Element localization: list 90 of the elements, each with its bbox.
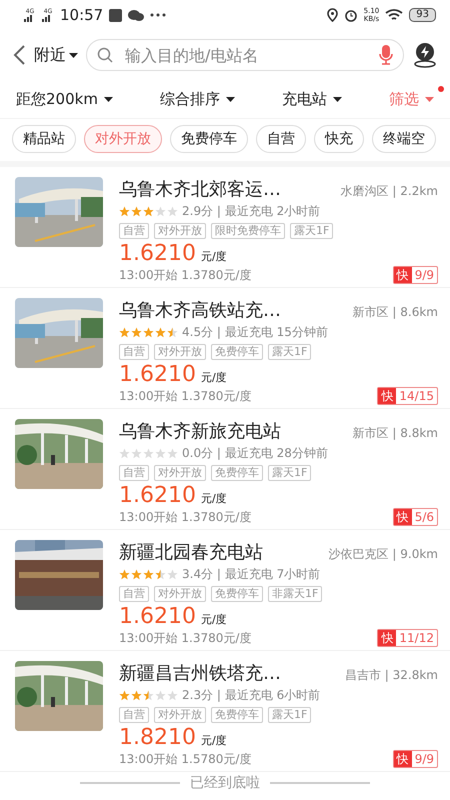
microphone-icon[interactable] xyxy=(379,45,393,65)
fast-charger-badge: 快 9/9 xyxy=(392,266,438,284)
notification-dot xyxy=(438,86,444,92)
price-unit: 元/度 xyxy=(200,249,227,264)
end-of-list-text: 已经到底啦 xyxy=(190,774,260,792)
feature-tag: 自营 xyxy=(119,344,149,360)
station-card[interactable]: 乌鲁木齐高铁站充… 新市区 | 8.6km 4.5分 | 最近充电 15分钟前 自营 对外开放 免费停车 露天1F 1.6210 元/度 13:00开始 1.3780元/度 快 14/15 xyxy=(0,288,450,409)
later-price: 13:00开始 1.5780元/度 xyxy=(119,750,252,768)
later-price: 13:00开始 1.3780元/度 xyxy=(119,266,252,284)
chat-icon xyxy=(128,8,144,22)
feature-tag: 对外开放 xyxy=(154,223,206,239)
charging-pin-icon[interactable] xyxy=(412,42,438,68)
feature-tag: 免费停车 xyxy=(211,586,263,602)
rating-info: 0.0分 | 最近充电 28分钟前 xyxy=(182,445,328,462)
district-distance: 新市区 | 8.6km xyxy=(352,304,438,321)
station-card[interactable]: 乌鲁木齐新旅充电站 新市区 | 8.8km 0.0分 | 最近充电 28分钟前 自营 对外开放 免费停车 露天1F 1.6210 元/度 13:00开始 1.3780元/度 快 5/6 xyxy=(0,409,450,530)
district-distance: 昌吉市 | 32.8km xyxy=(344,667,438,684)
station-card[interactable]: 新疆昌吉州铁塔充… 昌吉市 | 32.8km 2.3分 | 最近充电 6小时前 自营 对外开放 免费停车 露天1F 1.8210 元/度 13:00开始 1.5780元/度 快 9/9 xyxy=(0,651,450,772)
caret-icon xyxy=(424,96,434,102)
filter-dropdown[interactable]: 充电站 xyxy=(282,90,342,108)
caret-icon xyxy=(69,52,78,58)
feature-tag: 对外开放 xyxy=(154,465,206,481)
feature-tag: 露天1F xyxy=(268,707,312,723)
feature-tag: 对外开放 xyxy=(154,344,206,360)
feature-tag: 自营 xyxy=(119,586,149,602)
feature-tag: 免费停车 xyxy=(211,344,263,360)
caret-icon xyxy=(332,96,342,102)
feature-tag: 对外开放 xyxy=(154,586,206,602)
rating-info: 4.5分 | 最近充电 15分钟前 xyxy=(182,324,328,341)
feature-tag: 自营 xyxy=(119,223,149,239)
later-price: 13:00开始 1.3780元/度 xyxy=(119,388,252,404)
filter-dropdown[interactable]: 综合排序 xyxy=(160,90,235,108)
price-unit: 元/度 xyxy=(200,733,227,748)
location-icon xyxy=(326,8,338,22)
price: 1.6210 xyxy=(119,605,196,629)
price: 1.8210 xyxy=(119,726,196,750)
location-dropdown[interactable]: 附近 xyxy=(34,44,78,66)
filter-chip[interactable]: 快充 xyxy=(314,125,364,153)
feature-tag: 对外开放 xyxy=(154,707,206,723)
feature-tag: 限时免费停车 xyxy=(211,223,285,239)
fast-charger-badge: 快 11/12 xyxy=(377,629,438,647)
station-name: 乌鲁木齐北郊客运… xyxy=(119,178,281,201)
station-name: 新疆北园春充电站 xyxy=(119,541,263,564)
feature-tag: 露天1F xyxy=(290,223,334,239)
later-price: 13:00开始 1.3780元/度 xyxy=(119,630,252,646)
search-icon xyxy=(97,47,113,63)
station-name: 新疆昌吉州铁塔充… xyxy=(119,662,281,685)
price-unit: 元/度 xyxy=(200,612,227,627)
search-bar[interactable]: 输入目的地/电站名 xyxy=(86,39,404,71)
feature-tag: 露天1F xyxy=(268,465,312,481)
search-field[interactable]: 输入目的地/电站名 xyxy=(123,44,369,66)
filter-chip[interactable]: 免费停车 xyxy=(170,125,248,153)
feature-tag: 自营 xyxy=(119,707,149,723)
feature-tag: 非露天1F xyxy=(268,586,322,602)
filter-chip[interactable]: 终端空 xyxy=(372,125,436,153)
station-card[interactable]: 新疆北园春充电站 沙依巴克区 | 9.0km 3.4分 | 最近充电 7小时前 自营 对外开放 免费停车 非露天1F 1.6210 元/度 13:00开始 1.3780元/度 快 11/12 xyxy=(0,530,450,651)
district-distance: 新市区 | 8.8km xyxy=(352,425,438,442)
district-distance: 沙依巴克区 | 9.0km xyxy=(328,546,438,563)
later-price: 13:00开始 1.3780元/度 xyxy=(119,508,252,526)
district-distance: 水磨沟区 | 2.2km xyxy=(340,183,438,200)
feature-tag: 露天1F xyxy=(268,344,312,360)
feature-tag: 自营 xyxy=(119,465,149,481)
alarm-icon xyxy=(344,8,358,22)
app-icon xyxy=(109,8,122,22)
feature-tag: 免费停车 xyxy=(211,707,263,723)
filter-chip[interactable]: 精品站 xyxy=(12,125,76,153)
price: 1.6210 xyxy=(119,363,196,387)
clock-time: 10:57 xyxy=(60,6,104,24)
feature-tag: 免费停车 xyxy=(211,465,263,481)
battery-indicator: 93 xyxy=(409,8,436,22)
fast-charger-badge: 快 5/6 xyxy=(392,508,438,526)
wifi-icon xyxy=(385,8,404,22)
rating-info: 2.3分 | 最近充电 6小时前 xyxy=(182,687,320,704)
price: 1.6210 xyxy=(119,484,196,508)
rating-info: 3.4分 | 最近充电 7小时前 xyxy=(182,566,320,583)
station-name: 乌鲁木齐高铁站充… xyxy=(119,299,281,322)
price: 1.6210 xyxy=(119,242,196,266)
filter-dropdown[interactable]: 距您200km xyxy=(16,90,113,108)
more-icon xyxy=(150,13,166,17)
filter-chip[interactable]: 自营 xyxy=(256,125,306,153)
station-card[interactable]: 乌鲁木齐北郊客运… 水磨沟区 | 2.2km 2.9分 | 最近充电 2小时前 自营 对外开放 限时免费停车 露天1F 1.6210 元/度 13:00开始 1.3780元/度 快 9/9 xyxy=(0,167,450,288)
station-name: 乌鲁木齐新旅充电站 xyxy=(119,420,281,443)
caret-icon xyxy=(104,96,113,102)
price-unit: 元/度 xyxy=(200,491,227,506)
back-icon[interactable] xyxy=(12,44,26,66)
rating-info: 2.9分 | 最近充电 2小时前 xyxy=(182,203,320,220)
fast-charger-badge: 快 9/9 xyxy=(392,750,438,768)
fast-charger-badge: 快 14/15 xyxy=(377,387,438,405)
caret-icon xyxy=(226,96,235,102)
price-unit: 元/度 xyxy=(200,370,227,385)
